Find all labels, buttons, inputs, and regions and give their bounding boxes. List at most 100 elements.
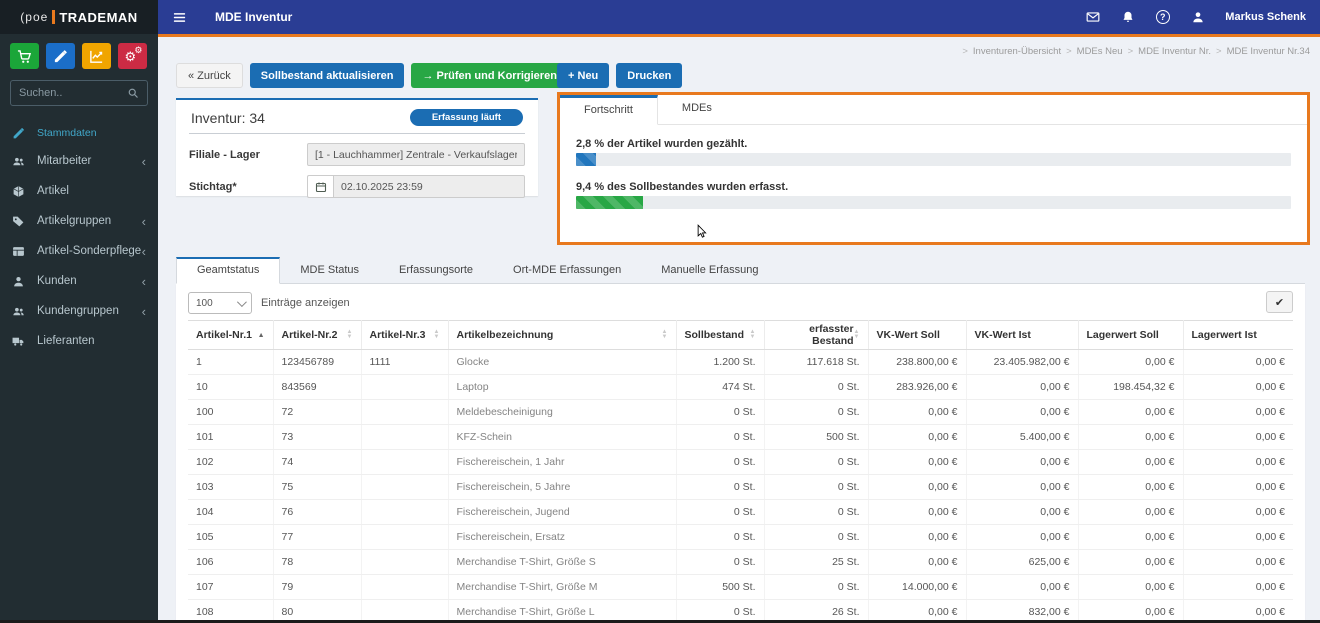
table-cell: 0,00 € (1183, 424, 1293, 450)
sidebar-item-artikelgruppen[interactable]: Artikelgruppen ‹ (0, 206, 158, 236)
chevron-left-icon: ‹ (141, 213, 146, 229)
calendar-icon[interactable] (307, 175, 333, 198)
sidebar-item-label: Artikel-Sonderpflege (37, 245, 142, 257)
table-cell: Fischereischein, Ersatz (448, 524, 677, 550)
tab-fortschritt[interactable]: Fortschritt (560, 95, 658, 125)
table-cell: 0,00 € (1078, 524, 1184, 550)
column-toggle-button[interactable]: ✔ (1266, 291, 1293, 313)
brand-logo[interactable]: (poe TRADEMAN (0, 0, 158, 34)
search-input[interactable] (19, 87, 127, 99)
table-cell: KFZ-Schein (448, 424, 677, 450)
breadcrumb-item[interactable]: MDEs Neu (1077, 46, 1123, 57)
tab-manuelle-erfassung[interactable]: Manuelle Erfassung (641, 257, 778, 283)
progress-tabs: Fortschritt MDEs (560, 95, 1307, 125)
column-header-artikelbezeichnung[interactable]: Artikelbezeichnung ▲ ▼ (448, 320, 677, 350)
table-cell: 100 (188, 399, 274, 425)
table-row[interactable]: 100 72 Meldebescheinigung 0 St. 0 St. 0,00 €0… (188, 399, 1293, 425)
bell-icon[interactable] (1120, 10, 1135, 25)
tab-geamtstatus[interactable]: Geamtstatus (176, 257, 281, 284)
column-header-label: Sollbestand (684, 329, 745, 341)
table-cell: 117.618 St. (764, 349, 869, 375)
table-row[interactable]: 10 843569 Laptop 474 St. 0 St. 283.926,00 €0,… (188, 374, 1293, 400)
page-title: MDE Inventur (215, 10, 293, 24)
inventory-table: Artikel-Nr.1 ▲ Artikel-Nr.2 ▲ ▼ Artikel-Nr.3 ▲… (188, 320, 1293, 623)
page-size-value: 100 (196, 297, 213, 309)
sidebar-item-artikel-sonderpflege[interactable]: Artikel-Sonderpflege ‹ (0, 236, 158, 266)
table-cell: 0,00 € (1183, 549, 1293, 575)
table-cell: 0,00 € (1183, 449, 1293, 475)
content-area: > Inventuren-Übersicht > MDEs Neu > MDE Inven… (158, 37, 1320, 623)
table-cell (361, 499, 449, 525)
sidebar-item-lieferanten[interactable]: Lieferanten (0, 326, 158, 356)
table-icon (12, 245, 28, 258)
column-header-label: erfasster Bestand (809, 323, 854, 347)
table-row[interactable]: 103 75 Fischereischein, 5 Jahre 0 St. 0 St. 0… (188, 474, 1293, 500)
sidebar-item-kunden[interactable]: Kunden ‹ (0, 266, 158, 296)
column-header-artikel-nr-3[interactable]: Artikel-Nr.3 ▲ ▼ (361, 320, 449, 350)
breadcrumb-item[interactable]: Inventuren-Übersicht (973, 46, 1061, 57)
table-cell: 283.926,00 € (868, 374, 967, 400)
table-row[interactable]: 1 123456789 1111 Glocke 1.200 St. 117.618 St.… (188, 349, 1293, 375)
cogs-button[interactable]: ⚙ ⚙ (118, 43, 147, 69)
table-cell (361, 474, 449, 500)
search-icon (128, 88, 138, 98)
table-header-row: Artikel-Nr.1 ▲ Artikel-Nr.2 ▲ ▼ Artikel-Nr.3 ▲… (188, 320, 1293, 350)
tab-mde-status[interactable]: MDE Status (280, 257, 379, 283)
table-row[interactable]: 102 74 Fischereischein, 1 Jahr 0 St. 0 St. 0,… (188, 449, 1293, 475)
breadcrumb-item[interactable]: MDE Inventur Nr. (1138, 46, 1211, 57)
column-header-artikel-nr-2[interactable]: Artikel-Nr.2 ▲ ▼ (273, 320, 362, 350)
column-header-vk-wert-ist: VK-Wert Ist (966, 320, 1079, 350)
table-cell: 238.800,00 € (868, 349, 967, 375)
sidebar-search[interactable] (10, 80, 148, 106)
table-cell (361, 524, 449, 550)
column-header-erfasster-bestand[interactable]: erfasster Bestand ▲ ▼ (764, 320, 869, 350)
cart-icon (17, 49, 32, 64)
filiale-lager-field[interactable] (307, 143, 525, 166)
sidebar-item-artikel[interactable]: Artikel (0, 176, 158, 206)
column-header-label: VK-Wert Ist (974, 329, 1031, 341)
cart-button[interactable] (10, 43, 39, 69)
back-button[interactable]: « Zurück (176, 63, 243, 88)
breadcrumb-item[interactable]: MDE Inventur Nr.34 (1227, 46, 1310, 57)
column-header-sollbestand[interactable]: Sollbestand ▲ ▼ (676, 320, 765, 350)
help-icon[interactable]: ? (1155, 10, 1170, 25)
tab-mdes[interactable]: MDEs (658, 95, 736, 124)
field-label-filiale: Filiale - Lager (189, 148, 260, 161)
sidebar-item-kundengruppen[interactable]: Kundengruppen ‹ (0, 296, 158, 326)
sidebar-item-mitarbeiter[interactable]: Mitarbeiter ‹ (0, 146, 158, 176)
table-cell (361, 549, 449, 575)
table-cell: 0,00 € (1183, 524, 1293, 550)
stichtag-field[interactable] (333, 175, 525, 198)
table-cell: 0,00 € (1078, 499, 1184, 525)
tab-ort-mde-erfassungen[interactable]: Ort-MDE Erfassungen (493, 257, 641, 283)
table-row[interactable]: 105 77 Fischereischein, Ersatz 0 St. 0 St. 0,… (188, 524, 1293, 550)
update-stock-button[interactable]: Sollbestand aktualisieren (249, 63, 405, 88)
user-icon[interactable] (1190, 10, 1205, 25)
table-row[interactable]: 106 78 Merchandise T-Shirt, Größe S0 St. 25… (188, 549, 1293, 575)
table-row[interactable]: 101 73 KFZ-Schein 0 St. 500 St. 0,00 €5.400,0… (188, 424, 1293, 450)
chart-button[interactable] (82, 43, 111, 69)
table-cell: 0,00 € (1183, 374, 1293, 400)
user-name[interactable]: Markus Schenk (1225, 11, 1306, 23)
mail-icon[interactable] (1085, 10, 1100, 25)
table-cell: 0,00 € (1078, 574, 1184, 600)
table-cell: 123456789 (273, 349, 362, 375)
tab-erfassungsorte[interactable]: Erfassungsorte (379, 257, 493, 283)
page-size-select[interactable]: 100 (188, 292, 252, 314)
sidebar-item-label: Mitarbeiter (37, 155, 92, 167)
entries-row: 100 Einträge anzeigen (188, 291, 1293, 315)
table-row[interactable]: 104 76 Fischereischein, Jugend 0 St. 0 St. 0,… (188, 499, 1293, 525)
new-button[interactable]: + Neu (557, 63, 610, 88)
column-header-artikel-nr-1[interactable]: Artikel-Nr.1 ▲ (188, 320, 274, 350)
table-row[interactable]: 107 79 Merchandise T-Shirt, Größe M 500 St.… (188, 574, 1293, 600)
sidebar-item-stammdaten[interactable]: Stammdaten (0, 120, 158, 146)
table-cell: 0,00 € (1183, 399, 1293, 425)
table-cell: 104 (188, 499, 274, 525)
pencil-button[interactable] (46, 43, 75, 69)
table-cell: 0,00 € (966, 574, 1079, 600)
print-button[interactable]: Drucken (616, 63, 683, 88)
table-cell: 0 St. (764, 449, 869, 475)
check-correct-button[interactable]: → Prüfen und Korrigieren (411, 63, 568, 88)
hamburger-menu-icon[interactable] (158, 10, 201, 25)
table-cell: 0 St. (676, 549, 765, 575)
